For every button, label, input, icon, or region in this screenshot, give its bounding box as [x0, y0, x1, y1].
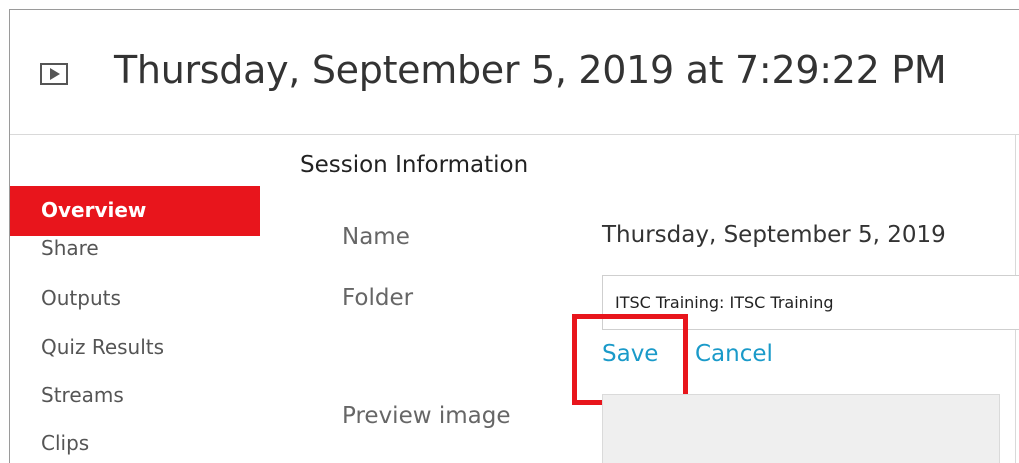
sidebar-item-streams[interactable]: Streams	[10, 380, 260, 428]
sidebar-item-label: Share	[41, 236, 99, 260]
sidebar-item-overview[interactable]: Overview	[10, 186, 260, 236]
section-title: Session Information	[300, 152, 529, 178]
sidebar-item-label: Streams	[41, 383, 124, 407]
sidebar-item-label: Outputs	[41, 286, 121, 310]
sidebar-item-label: Overview	[41, 198, 147, 222]
page-title: Thursday, September 5, 2019 at 7:29:22 P…	[114, 48, 947, 92]
sidebar-item-clips[interactable]: Clips	[10, 428, 260, 463]
folder-field[interactable]	[602, 275, 1019, 330]
preview-image-label: Preview image	[342, 403, 511, 429]
session-header: Thursday, September 5, 2019 at 7:29:22 P…	[10, 10, 1019, 135]
sidebar-item-label: Quiz Results	[41, 335, 165, 359]
sidebar-item-outputs[interactable]: Outputs	[10, 284, 260, 332]
name-value: Thursday, September 5, 2019	[602, 222, 946, 248]
preview-image[interactable]	[602, 394, 1000, 463]
sidebar-item-label: Clips	[41, 431, 90, 455]
play-icon	[40, 63, 68, 85]
save-button[interactable]: Save	[602, 341, 658, 367]
folder-label: Folder	[342, 285, 414, 311]
sidebar-item-share[interactable]: Share	[10, 236, 260, 284]
session-frame: Thursday, September 5, 2019 at 7:29:22 P…	[9, 9, 1019, 463]
cancel-button[interactable]: Cancel	[695, 341, 773, 367]
name-label: Name	[342, 224, 410, 250]
sidebar-item-quiz-results[interactable]: Quiz Results	[10, 332, 260, 380]
